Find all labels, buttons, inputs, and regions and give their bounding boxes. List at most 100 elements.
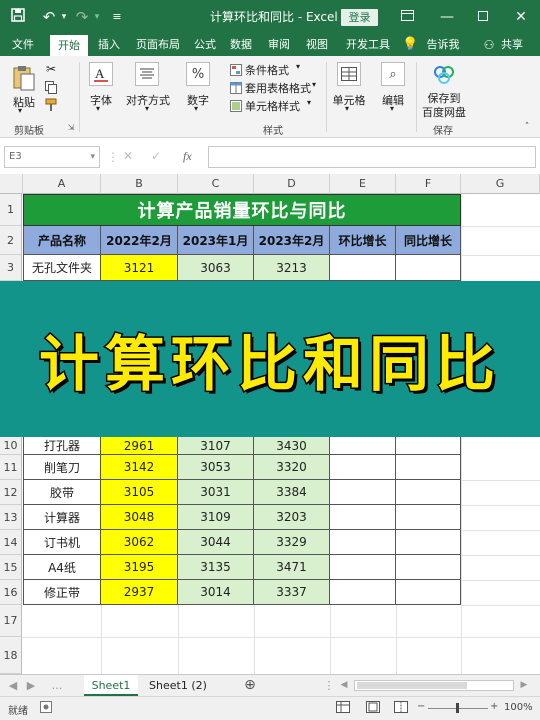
- cell-style-icon[interactable]: [229, 99, 243, 113]
- user-icon[interactable]: ⚇: [480, 34, 498, 56]
- sales-2023-02-cell[interactable]: 3384: [254, 480, 330, 505]
- login-button[interactable]: 登录: [341, 9, 378, 26]
- sales-2023-02-cell[interactable]: 3213: [254, 255, 330, 281]
- sales-2022-02-cell[interactable]: 2937: [101, 580, 178, 605]
- format-painter-icon[interactable]: [44, 98, 58, 112]
- save-icon[interactable]: [8, 0, 28, 34]
- sheet-tab-sheet1[interactable]: Sheet1: [84, 675, 138, 696]
- column-header-a[interactable]: A: [23, 174, 101, 194]
- table-title[interactable]: 计算产品销量环比与同比: [23, 194, 461, 226]
- row-header[interactable]: 2: [0, 226, 22, 255]
- cells-dropdown-icon[interactable]: ▾: [345, 104, 349, 113]
- select-all-corner[interactable]: [0, 174, 23, 194]
- mom-growth-cell[interactable]: [330, 437, 396, 455]
- font-label[interactable]: 字体: [86, 92, 116, 108]
- column-header-g[interactable]: G: [461, 174, 540, 194]
- tab-data[interactable]: 数据: [226, 34, 256, 56]
- prev-sheet-icon[interactable]: ◀: [6, 675, 20, 696]
- mom-growth-cell[interactable]: [330, 505, 396, 530]
- cell-style-button[interactable]: 单元格样式: [245, 98, 300, 114]
- zoom-in-icon[interactable]: +: [490, 701, 498, 712]
- sales-2023-01-cell[interactable]: 3135: [178, 555, 254, 580]
- align-dropdown-icon[interactable]: ▾: [145, 104, 149, 113]
- paste-dropdown-icon[interactable]: ▾: [18, 106, 22, 115]
- sales-2023-01-cell[interactable]: 3107: [178, 437, 254, 455]
- number-dropdown-icon[interactable]: ▾: [194, 104, 198, 113]
- product-name-cell[interactable]: 胶带: [23, 480, 101, 505]
- drag-handle-icon[interactable]: ⋮: [107, 150, 119, 164]
- row-header[interactable]: 12: [0, 480, 22, 505]
- column-header-d[interactable]: D: [254, 174, 330, 194]
- sales-2022-02-cell[interactable]: 3142: [101, 455, 178, 480]
- redo-icon[interactable]: ↷: [71, 0, 93, 34]
- add-sheet-icon[interactable]: ⊕: [240, 675, 260, 696]
- mom-growth-cell[interactable]: [330, 555, 396, 580]
- mom-growth-cell[interactable]: [330, 255, 396, 281]
- row-header[interactable]: 18: [0, 637, 22, 674]
- align-icon[interactable]: [135, 62, 159, 86]
- mom-growth-cell[interactable]: [330, 480, 396, 505]
- maximize-icon[interactable]: [468, 0, 498, 34]
- collapse-ribbon-icon[interactable]: ˄: [522, 122, 532, 132]
- normal-view-icon[interactable]: [336, 701, 350, 716]
- enter-formula-icon[interactable]: ✓: [151, 149, 161, 163]
- find-icon[interactable]: ⌕: [381, 62, 405, 86]
- header-cell[interactable]: 同比增长: [396, 226, 461, 255]
- tab-review[interactable]: 审阅: [264, 34, 294, 56]
- font-dropdown-icon[interactable]: ▾: [96, 104, 100, 113]
- sales-2022-02-cell[interactable]: 3121: [101, 255, 178, 281]
- yoy-growth-cell[interactable]: [396, 530, 461, 555]
- clipboard-launcher-icon[interactable]: ⇲: [66, 122, 76, 132]
- sales-2022-02-cell[interactable]: 2961: [101, 437, 178, 455]
- paste-icon[interactable]: [11, 64, 37, 92]
- sales-2023-01-cell[interactable]: 3063: [178, 255, 254, 281]
- cancel-formula-icon[interactable]: ✕: [123, 149, 133, 163]
- tab-page-layout[interactable]: 页面布局: [130, 34, 186, 56]
- lightbulb-icon[interactable]: 💡: [402, 34, 418, 56]
- font-icon[interactable]: A: [89, 62, 113, 86]
- column-header-c[interactable]: C: [178, 174, 254, 194]
- tab-insert[interactable]: 插入: [92, 34, 126, 56]
- share-button[interactable]: 共享: [498, 34, 526, 56]
- sales-2023-01-cell[interactable]: 3014: [178, 580, 254, 605]
- edit-dropdown-icon[interactable]: ▾: [390, 104, 394, 113]
- header-cell[interactable]: 产品名称: [23, 226, 101, 255]
- product-name-cell[interactable]: 订书机: [23, 530, 101, 555]
- tab-view[interactable]: 视图: [302, 34, 332, 56]
- sales-2023-01-cell[interactable]: 3031: [178, 480, 254, 505]
- row-header[interactable]: 17: [0, 605, 22, 637]
- row-header[interactable]: 11: [0, 455, 22, 480]
- yoy-growth-cell[interactable]: [396, 437, 461, 455]
- row-header[interactable]: 16: [0, 580, 22, 605]
- customize-toolbar-icon[interactable]: ≡: [110, 0, 124, 34]
- yoy-growth-cell[interactable]: [396, 580, 461, 605]
- cut-icon[interactable]: ✂: [44, 62, 58, 76]
- product-name-cell[interactable]: 无孔文件夹: [23, 255, 101, 281]
- sales-2023-02-cell[interactable]: 3430: [254, 437, 330, 455]
- cells-icon[interactable]: [337, 62, 361, 86]
- sales-2022-02-cell[interactable]: 3048: [101, 505, 178, 530]
- horizontal-scrollbar[interactable]: [354, 680, 514, 691]
- sales-2022-02-cell[interactable]: 3195: [101, 555, 178, 580]
- conditional-format-button[interactable]: 条件格式: [245, 62, 289, 78]
- insert-function-icon[interactable]: fx: [183, 149, 192, 164]
- undo-icon[interactable]: ↶: [38, 0, 60, 34]
- mom-growth-cell[interactable]: [330, 530, 396, 555]
- minimize-icon[interactable]: —: [432, 0, 462, 34]
- sales-2023-01-cell[interactable]: 3044: [178, 530, 254, 555]
- row-header[interactable]: 14: [0, 530, 22, 555]
- sales-2023-01-cell[interactable]: 3109: [178, 505, 254, 530]
- product-name-cell[interactable]: 修正带: [23, 580, 101, 605]
- tab-formulas[interactable]: 公式: [190, 34, 220, 56]
- tab-file[interactable]: 文件: [6, 34, 40, 56]
- yoy-growth-cell[interactable]: [396, 480, 461, 505]
- sales-2023-02-cell[interactable]: 3320: [254, 455, 330, 480]
- paste-label[interactable]: 粘贴: [11, 94, 37, 110]
- table-format-button[interactable]: 套用表格格式: [245, 80, 311, 96]
- header-cell[interactable]: 2023年2月: [254, 226, 330, 255]
- conditional-format-dropdown-icon[interactable]: ▾: [296, 62, 300, 71]
- close-icon[interactable]: ✕: [506, 0, 536, 34]
- ribbon-display-icon[interactable]: [392, 0, 422, 34]
- yoy-growth-cell[interactable]: [396, 555, 461, 580]
- copy-icon[interactable]: [44, 80, 58, 94]
